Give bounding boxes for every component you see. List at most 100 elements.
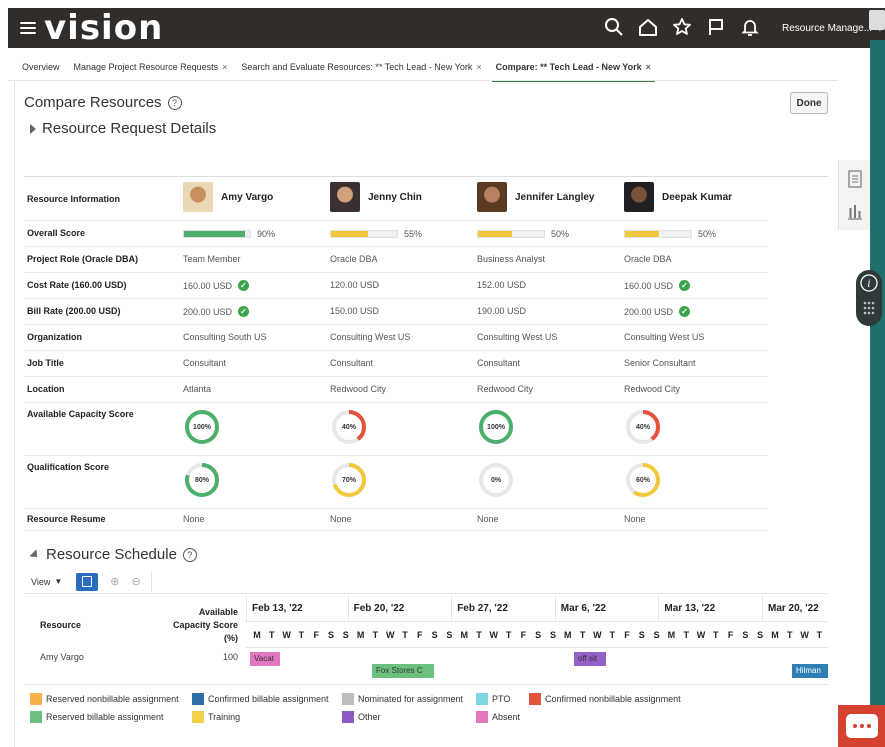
close-icon[interactable]: × xyxy=(222,62,227,72)
capacity-header-line-3: (%) xyxy=(224,633,238,643)
tab-3[interactable]: Compare: ** Tech Lead - New York × xyxy=(491,55,656,82)
tab-2[interactable]: Search and Evaluate Resources: ** Tech L… xyxy=(241,55,481,79)
legend-item: Nominated for assignment xyxy=(342,693,463,705)
resource-header[interactable]: Deepak Kumar xyxy=(624,182,732,212)
resource-cell: 160.00 USD ✓ xyxy=(624,280,691,291)
capacity-score-ring: 40% xyxy=(330,408,368,446)
resource-cell: 120.00 USD xyxy=(330,280,379,290)
legend-swatch xyxy=(476,693,488,705)
app-logo[interactable]: vision xyxy=(44,8,163,48)
chat-button[interactable] xyxy=(838,705,885,747)
close-icon[interactable]: × xyxy=(476,62,481,72)
day-letter: S xyxy=(549,630,556,640)
overall-score-bar xyxy=(183,230,251,238)
home-icon[interactable] xyxy=(638,17,658,40)
document-icon[interactable] xyxy=(847,170,863,188)
tab-1[interactable]: Manage Project Resource Requests × xyxy=(74,55,228,79)
resource-column-header[interactable]: Resource xyxy=(40,620,81,630)
resource-cell: Redwood City xyxy=(624,384,680,394)
day-letter: S xyxy=(653,630,660,640)
day-letter: F xyxy=(520,630,527,640)
star-icon[interactable] xyxy=(672,17,692,40)
value-cost: 152.00 USD xyxy=(477,280,527,290)
side-edge xyxy=(870,40,885,747)
capacity-score-ring: 100% xyxy=(183,408,221,446)
day-letter: W xyxy=(696,630,706,640)
resource-schedule-toggle[interactable]: Resource Schedule ? xyxy=(29,546,197,563)
value-cost: 120.00 USD xyxy=(330,280,380,290)
day-letter: S xyxy=(742,630,749,640)
zoom-in-icon[interactable]: ⊕ xyxy=(110,575,119,588)
legend-swatch xyxy=(342,693,354,705)
resource-header[interactable]: Amy Vargo xyxy=(183,182,273,212)
value-resume[interactable]: None xyxy=(477,514,499,524)
day-letter: W xyxy=(282,630,291,640)
value-job-title: Consultant xyxy=(183,358,227,368)
assignment-bar[interactable]: off sit xyxy=(574,652,606,666)
section-title: Resource Request Details xyxy=(42,120,217,137)
resource-name[interactable]: Jenny Chin xyxy=(368,192,422,203)
row-label: Cost Rate (160.00 USD) xyxy=(27,280,127,290)
overall-score-bar xyxy=(477,230,545,238)
bell-icon[interactable] xyxy=(740,17,760,40)
week-label: Mar 13, '22 xyxy=(658,596,762,622)
day-letter: M xyxy=(460,630,468,640)
assignment-bar[interactable]: Fox Stores C xyxy=(372,664,434,678)
day-letter: T xyxy=(579,630,586,640)
compare-row-bill-rate: Bill Rate (200.00 USD) 200.00 USD ✓ 150.00 … xyxy=(24,299,768,325)
resource-name[interactable]: Jennifer Langley xyxy=(515,192,594,203)
value-resume[interactable]: None xyxy=(183,514,205,524)
compare-row-cost-rate: Cost Rate (160.00 USD) 160.00 USD ✓ 120.00 … xyxy=(24,273,768,299)
value-bill: 200.00 USD xyxy=(183,306,233,317)
resource-name[interactable]: Amy Vargo xyxy=(221,192,273,203)
value-resume[interactable]: None xyxy=(330,514,352,524)
resource-cell: Redwood City xyxy=(330,384,386,394)
contextual-info-button[interactable]: i xyxy=(856,270,882,326)
capacity-score-ring: 40% xyxy=(624,408,662,446)
assignment-bar[interactable]: Hilman xyxy=(792,664,828,678)
compare-row-job-title: Job Title Consultant Consultant Consultant S… xyxy=(24,351,768,377)
legend-swatch xyxy=(30,693,42,705)
flag-icon[interactable] xyxy=(706,17,726,40)
capacity-column-header[interactable]: Available Capacity Score (%) xyxy=(154,606,238,645)
resource-header[interactable]: Jennifer Langley xyxy=(477,182,594,212)
resource-cell: 0% xyxy=(477,461,515,499)
analytics-icon[interactable] xyxy=(847,202,863,220)
day-letter: W xyxy=(593,630,602,640)
resource-cell: 100% xyxy=(477,408,515,446)
resource-cell: 40% xyxy=(624,408,662,446)
help-icon[interactable]: ? xyxy=(182,547,197,562)
done-button[interactable]: Done xyxy=(790,92,828,114)
resource-cell: Consulting West US xyxy=(477,332,557,342)
resource-request-details-toggle[interactable]: Resource Request Details xyxy=(30,120,216,137)
zoom-out-icon[interactable]: ⊖ xyxy=(132,575,141,588)
legend-label: Reserved billable assignment xyxy=(46,712,164,722)
row-label: Overall Score xyxy=(27,228,86,238)
resource-name[interactable]: Amy Vargo xyxy=(40,652,84,662)
resource-cell: 200.00 USD ✓ xyxy=(183,306,250,317)
week-label: Feb 27, '22 xyxy=(451,596,555,622)
value-resume[interactable]: None xyxy=(624,514,646,524)
resource-header[interactable]: Jenny Chin xyxy=(330,182,422,212)
resource-cell: Oracle DBA xyxy=(330,254,378,264)
tab-0[interactable]: Overview xyxy=(22,55,60,79)
resource-cell: Consulting South US xyxy=(183,332,267,342)
close-icon[interactable]: × xyxy=(646,62,651,72)
assignment-bar[interactable]: Vacat xyxy=(250,652,280,666)
day-letter: T xyxy=(269,630,275,640)
day-letter: T xyxy=(372,630,379,640)
legend-swatch xyxy=(192,693,204,705)
menu-icon[interactable] xyxy=(20,22,36,34)
legend-label: Nominated for assignment xyxy=(358,694,464,704)
help-icon[interactable]: ? xyxy=(167,95,182,110)
resource-name[interactable]: Deepak Kumar xyxy=(662,192,732,203)
compare-row-resume: Resource Resume None None None None xyxy=(24,509,768,531)
search-icon[interactable] xyxy=(604,17,624,40)
resource-cell: 55% xyxy=(330,229,422,239)
page-title: Compare Resources ? xyxy=(24,94,182,111)
detach-toggle-button[interactable] xyxy=(76,572,99,591)
capacity-header-line-1: Available xyxy=(198,607,238,617)
overall-score-fill xyxy=(625,231,659,237)
user-avatar[interactable] xyxy=(869,10,885,30)
view-menu[interactable]: View ▼ xyxy=(31,577,62,587)
